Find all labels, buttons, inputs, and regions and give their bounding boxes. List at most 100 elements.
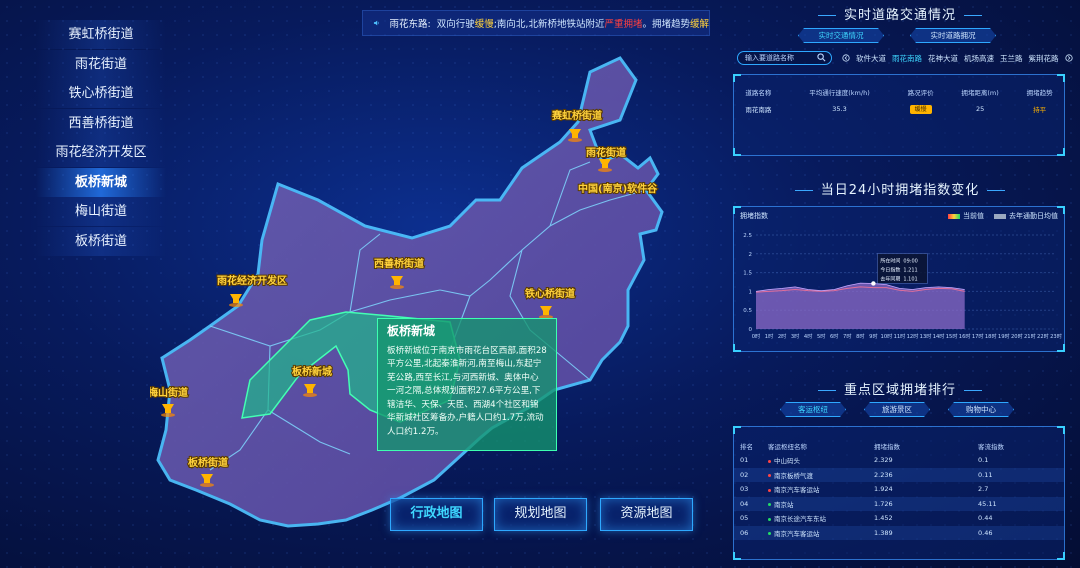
next-arrow-icon[interactable] [1064, 54, 1073, 62]
ticker-status-ease: 缓解 [689, 19, 709, 30]
map-label-software-valley[interactable]: 中国(南京)软件谷 [577, 181, 659, 196]
status-dot [768, 532, 771, 536]
tab-shopping-center[interactable]: 购物中心 [948, 402, 1014, 417]
map-label-meishan[interactable]: 梅山街道 [147, 385, 189, 400]
x-tick-label: 11时 [894, 332, 906, 340]
tab-scenic-spot[interactable]: 旅游景区 [864, 402, 930, 417]
th-road: 道路名称 [745, 88, 772, 97]
hub-name-cell: 中山码头 [762, 453, 868, 468]
th-trend: 拥堵趋势 [1026, 88, 1053, 97]
road-option[interactable]: 机场高速 [964, 53, 994, 64]
road-selector: 软件大道 雨花南路 花神大道 机场高速 玉兰路 紫荆花路 [842, 51, 1073, 65]
hub-name-cell: 南京长途汽车东站 [762, 511, 868, 526]
congestion-index-cell: 2.329 [874, 456, 893, 465]
x-tick-label: 23时 [1050, 332, 1062, 340]
ranking-row[interactable]: 06 南京汽车客运站 1.389 0.46 [734, 525, 1064, 540]
nav-item-tiexin[interactable]: 铁心桥街道 [36, 79, 166, 108]
flow-index-cell: 2.7 [978, 485, 989, 494]
tooltip-label: 所在时间 [880, 257, 900, 264]
x-tick-label: 8时 [856, 332, 865, 340]
y-tick-label: 2.5 [743, 233, 752, 239]
tab-transport-hub[interactable]: 客运枢纽 [780, 402, 846, 417]
prev-arrow-icon[interactable] [842, 54, 850, 62]
eval-badge: 缓慢 [909, 105, 932, 114]
congestion-chart: 0 0.5 1 1.5 2 2.5 0时 1时 2时 3时 4时 5时 6时 7时 8时 9时 10时 11时 12… [743, 233, 1062, 340]
highlight-point [871, 281, 876, 286]
road-option[interactable]: 花神大道 [928, 53, 958, 64]
planning-map-button[interactable]: 规划地图 [494, 498, 587, 531]
x-tick-label: 20时 [1011, 332, 1023, 340]
nav-item-saihong[interactable]: 赛虹桥街道 [36, 20, 166, 49]
th-speed: 平均通行速度(km/h) [809, 88, 870, 97]
road-option[interactable]: 软件大道 [856, 53, 886, 64]
map-label-yuhua[interactable]: 雨花街道 [585, 145, 627, 160]
map-label-saihong[interactable]: 赛虹桥街道 [550, 108, 603, 123]
nav-item-banqiao-new[interactable]: 板桥新城 [36, 167, 166, 197]
table-row[interactable]: 雨花南路 35.3 缓慢 25 持平 [734, 100, 1064, 117]
congestion-index-cell: 1.726 [868, 496, 972, 511]
nav-item-econ-zone[interactable]: 雨花经济开发区 [36, 138, 166, 167]
congestion-chart-panel: 拥堵指数 当前值 去年通勤日均值 0 0.5 1 1.5 2 2.5 0时 1时 2时 3时 4时 5… [733, 206, 1065, 352]
nav-item-yuhua[interactable]: 雨花街道 [36, 49, 166, 79]
district-map[interactable]: 赛虹桥街道 雨花街道 中国(南京)软件谷 西善桥街道 铁心桥街道 雨花经济开发区… [147, 50, 670, 540]
status-dot [768, 474, 771, 478]
hub-name-cell: 南京汽车客运站 [762, 482, 868, 497]
x-tick-label: 12时 [907, 332, 919, 340]
ranking-panel: 排名 客运枢纽名称 拥堵指数 客流指数 01 中山码头 2.329 0.1 02 南京板桥… [733, 426, 1065, 560]
x-tick-label: 18时 [985, 332, 997, 340]
congestion-index-cell: 1.924 [874, 485, 893, 494]
congestion-section-title: 当日24小时拥堵指数变化 [735, 179, 1065, 198]
rank-cell: 03 [740, 485, 749, 494]
tooltip-label: 去年同期 [880, 275, 900, 282]
ranking-row[interactable]: 02 南京板桥气渡 2.236 0.11 [734, 467, 1064, 482]
x-tick-label: 15时 [946, 332, 958, 340]
x-tick-label: 14时 [933, 332, 945, 340]
map-label-banqiao-new[interactable]: 板桥新城 [291, 364, 333, 379]
resource-map-button[interactable]: 资源地图 [600, 498, 693, 531]
ranking-section-title: 重点区域拥堵排行 [735, 379, 1065, 398]
ticker-status-jam: 严重拥堵 [604, 19, 643, 30]
x-tick-label: 1时 [765, 332, 774, 340]
cell-trend: 持平 [1033, 105, 1047, 114]
road-search-input[interactable]: 输入要道路名称 [737, 51, 832, 65]
x-tick-label: 4时 [804, 332, 813, 340]
road-option[interactable]: 玉兰路 [1000, 53, 1023, 64]
rank-cell: 02 [734, 467, 762, 482]
district-boundary [156, 56, 664, 528]
traffic-section-title: 实时道路交通情况 [735, 4, 1065, 23]
district-nav: 赛虹桥街道 雨花街道 铁心桥街道 西善桥街道 雨花经济开发区 板桥新城 梅山街道… [36, 20, 166, 256]
search-icon[interactable] [817, 53, 826, 62]
x-tick-label: 7时 [843, 332, 852, 340]
cell-distance: 25 [975, 104, 985, 113]
map-label-econ-zone[interactable]: 雨花经济开发区 [216, 273, 288, 288]
th-congestion-index[interactable]: 拥堵指数 [868, 439, 972, 453]
tab-realtime-road[interactable]: 实时道路拥况 [910, 28, 996, 43]
nav-item-meishan[interactable]: 梅山街道 [36, 197, 166, 226]
map-label-tiexin[interactable]: 铁心桥街道 [524, 286, 576, 301]
th-hub-name: 客运枢纽名称 [768, 443, 807, 451]
road-option-active[interactable]: 雨花南路 [892, 53, 922, 64]
y-tick-label: 0 [749, 327, 753, 333]
status-dot [768, 459, 771, 463]
y-tick-label: 1 [749, 289, 753, 295]
x-tick-label: 2时 [778, 332, 787, 340]
x-tick-label: 16时 [959, 332, 971, 340]
x-tick-label: 9时 [869, 332, 878, 340]
road-option[interactable]: 紫荆花路 [1029, 53, 1059, 64]
status-dot [768, 488, 771, 492]
tab-realtime-traffic[interactable]: 实时交通情况 [798, 28, 884, 43]
ranking-row[interactable]: 04 南京站 1.726 45.11 [734, 496, 1064, 511]
flow-index-cell: 0.1 [978, 456, 989, 465]
tooltip-value: 1.211 [903, 267, 917, 273]
ranking-row[interactable]: 03 南京汽车客运站 1.924 2.7 [734, 482, 1064, 497]
x-tick-label: 6时 [830, 332, 839, 340]
ticker-seg1: 双向行驶 [436, 19, 475, 30]
map-label-banqiao[interactable]: 板桥街道 [187, 455, 229, 470]
map-label-xishan[interactable]: 西善桥街道 [373, 256, 425, 271]
ranking-row[interactable]: 01 中山码头 2.329 0.1 [734, 453, 1064, 468]
nav-item-banqiao[interactable]: 板桥街道 [36, 226, 166, 256]
admin-map-button[interactable]: 行政地图 [390, 498, 483, 531]
cell-speed: 35.3 [832, 104, 847, 113]
nav-item-xishan[interactable]: 西善桥街道 [36, 108, 166, 138]
ranking-row[interactable]: 05 南京长途汽车东站 1.452 0.44 [734, 511, 1064, 526]
